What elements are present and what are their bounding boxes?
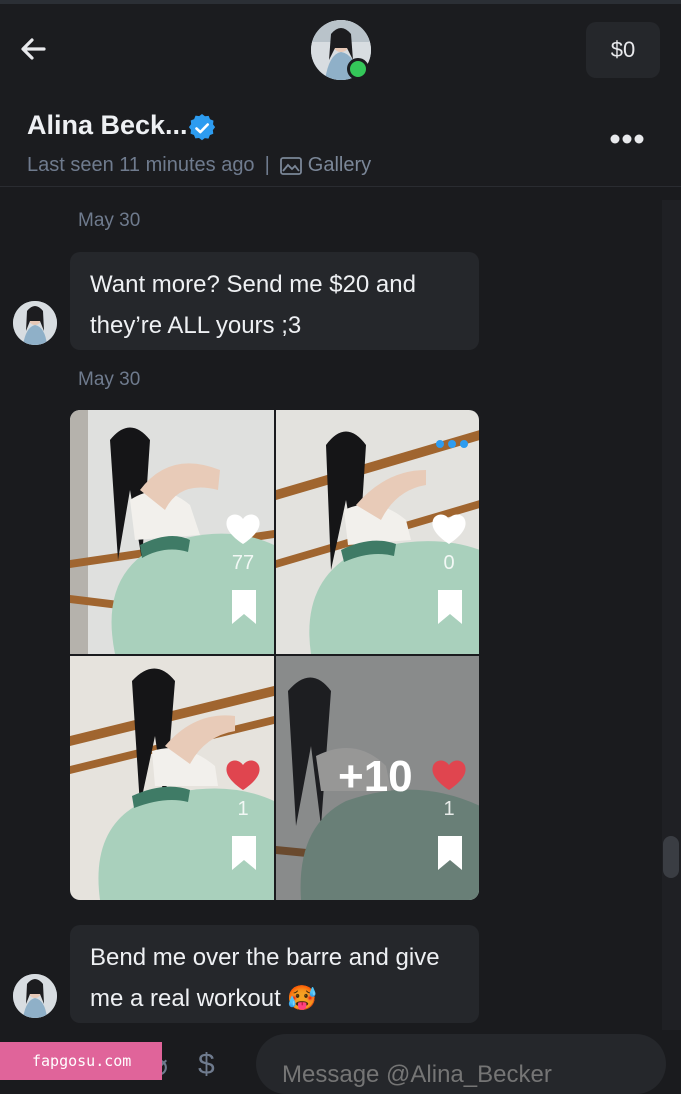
like-count: 1 bbox=[443, 798, 455, 820]
balance-button[interactable]: $0 bbox=[586, 22, 660, 78]
date-separator: May 30 bbox=[78, 210, 141, 231]
bookmark-icon[interactable] bbox=[230, 834, 258, 872]
chat-header: $0 Alina Beck... Last seen 11 minutes ag… bbox=[0, 4, 681, 187]
verified-badge-icon bbox=[188, 114, 216, 141]
more-options-icon[interactable] bbox=[606, 128, 646, 150]
media-grid: 77 0 1 +10 1 bbox=[70, 410, 479, 900]
status-line: Last seen 11 minutes ago | Gallery bbox=[27, 154, 371, 177]
media-tile[interactable]: 0 bbox=[276, 410, 479, 654]
message-bubble: Want more? Send me $20 and they’re ALL y… bbox=[70, 252, 479, 350]
gallery-label: Gallery bbox=[307, 154, 372, 176]
sender-avatar[interactable] bbox=[13, 974, 57, 1018]
tip-dollar-icon[interactable]: $ bbox=[198, 1048, 215, 1082]
media-tile[interactable]: 77 bbox=[70, 410, 274, 654]
separator: | bbox=[264, 154, 270, 176]
last-seen-text: Last seen 11 minutes ago bbox=[27, 154, 255, 176]
media-tile[interactable]: 1 bbox=[70, 656, 274, 900]
heart-icon[interactable] bbox=[430, 758, 468, 792]
heart-icon[interactable] bbox=[224, 512, 262, 546]
gallery-icon bbox=[279, 156, 302, 175]
heart-icon[interactable] bbox=[224, 758, 262, 792]
like-count: 1 bbox=[237, 798, 249, 820]
sender-avatar[interactable] bbox=[13, 301, 57, 345]
heart-icon[interactable] bbox=[430, 512, 468, 546]
bookmark-icon[interactable] bbox=[436, 834, 464, 872]
bookmark-icon[interactable] bbox=[436, 588, 464, 626]
date-separator: May 30 bbox=[78, 369, 141, 390]
scrollbar-thumb[interactable] bbox=[663, 836, 679, 878]
back-arrow-icon[interactable] bbox=[18, 34, 48, 64]
message-input[interactable] bbox=[256, 1034, 666, 1094]
watermark: fapgosu.com bbox=[0, 1042, 162, 1080]
like-count: 77 bbox=[231, 552, 255, 574]
online-status-dot bbox=[347, 58, 369, 80]
like-count: 0 bbox=[443, 552, 455, 574]
scrollbar-track[interactable] bbox=[662, 200, 681, 1030]
more-dots-icon[interactable] bbox=[434, 436, 470, 452]
more-media-count: +10 bbox=[338, 752, 413, 801]
message-bubble: Bend me over the barre and give me a rea… bbox=[70, 925, 479, 1023]
contact-name[interactable]: Alina Beck... bbox=[27, 110, 188, 141]
gallery-link[interactable]: Gallery bbox=[279, 154, 372, 177]
media-tile[interactable]: +10 1 bbox=[276, 656, 479, 900]
bookmark-icon[interactable] bbox=[230, 588, 258, 626]
